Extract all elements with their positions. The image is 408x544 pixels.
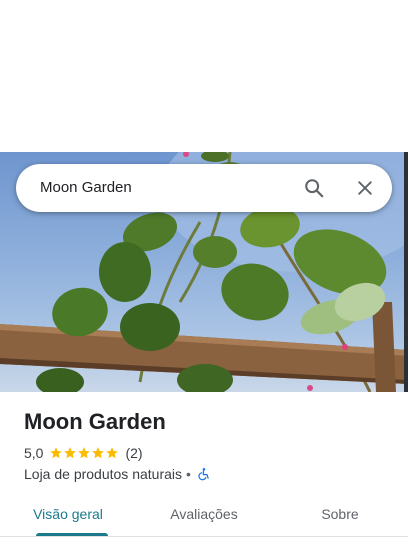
close-icon (358, 181, 372, 195)
photo-edge (404, 152, 408, 392)
category-row: Loja de produtos naturais • (24, 465, 211, 483)
place-category[interactable]: Loja de produtos naturais (24, 466, 182, 482)
search-bar[interactable]: Moon Garden (16, 164, 392, 212)
clear-search-button[interactable] (349, 172, 381, 204)
tab-overview[interactable]: Visão geral (0, 492, 136, 536)
tabs-divider (0, 536, 408, 537)
rating-stars (49, 446, 119, 460)
search-query[interactable]: Moon Garden (40, 164, 132, 212)
review-count[interactable]: (2) (125, 445, 142, 461)
star-icon (78, 447, 91, 459)
rating-row[interactable]: 5,0 (2) (24, 444, 143, 462)
star-icon (92, 447, 105, 459)
star-icon (106, 447, 119, 459)
wheelchair-icon[interactable] (197, 467, 211, 481)
place-title: Moon Garden (24, 409, 166, 434)
star-icon (64, 447, 77, 459)
search-icon (305, 179, 324, 198)
place-page: Moon Garden Moon Garden 5,0 (2) Loja de … (0, 0, 408, 544)
tab-reviews[interactable]: Avaliações (136, 492, 272, 536)
tab-about[interactable]: Sobre (272, 492, 408, 536)
separator: • (186, 466, 191, 482)
place-tabs: Visão geral Avaliações Sobre (0, 492, 408, 536)
search-button[interactable] (298, 172, 330, 204)
star-icon (50, 447, 63, 459)
rating-value: 5,0 (24, 445, 44, 461)
